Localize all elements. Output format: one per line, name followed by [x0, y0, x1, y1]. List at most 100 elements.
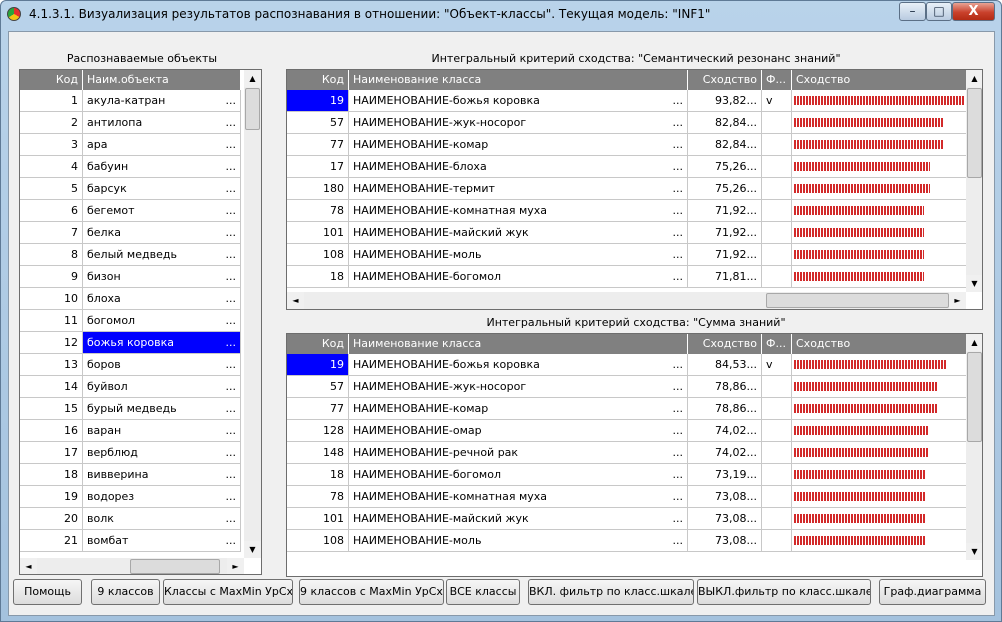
- filter-flag-cell[interactable]: [762, 442, 792, 464]
- title-bar[interactable]: 4.1.3.1. Визуализация результатов распоз…: [1, 1, 1001, 27]
- table-row[interactable]: 20 волк...: [20, 508, 241, 530]
- class-name-cell[interactable]: НАИМЕНОВАНИЕ-речной рак...: [349, 442, 688, 464]
- table-row[interactable]: 108 НАИМЕНОВАНИЕ-моль... 73,08...: [287, 530, 967, 552]
- ellipsis-button[interactable]: ...: [226, 354, 237, 375]
- filter-flag-cell[interactable]: v: [762, 354, 792, 376]
- ellipsis-button[interactable]: ...: [226, 266, 237, 287]
- ellipsis-button[interactable]: ...: [673, 156, 684, 177]
- table-row[interactable]: 18 НАИМЕНОВАНИЕ-богомол... 71,81...: [287, 266, 967, 288]
- class-name-cell[interactable]: НАИМЕНОВАНИЕ-божья коровка...: [349, 354, 688, 376]
- filter-flag-cell[interactable]: [762, 420, 792, 442]
- ellipsis-button[interactable]: ...: [226, 90, 237, 111]
- scroll-down-icon[interactable]: ▼: [966, 543, 982, 560]
- scrollbar-thumb[interactable]: [130, 559, 220, 574]
- object-name-cell[interactable]: ара...: [83, 134, 241, 156]
- table-row[interactable]: 3 ара...: [20, 134, 241, 156]
- close-button[interactable]: X: [952, 2, 995, 21]
- object-name-cell[interactable]: вомбат...: [83, 530, 241, 552]
- table-row[interactable]: 78 НАИМЕНОВАНИЕ-комнатная муха... 71,92...: [287, 200, 967, 222]
- all-classes-button[interactable]: ВСЕ классы: [446, 579, 520, 605]
- object-name-cell[interactable]: бизон...: [83, 266, 241, 288]
- ellipsis-button[interactable]: ...: [226, 200, 237, 221]
- object-name-cell[interactable]: варан...: [83, 420, 241, 442]
- maxmin-classes-button[interactable]: Классы с MaxMin УрСх: [163, 579, 293, 605]
- ellipsis-button[interactable]: ...: [226, 222, 237, 243]
- object-name-cell[interactable]: боров...: [83, 354, 241, 376]
- class-name-cell[interactable]: НАИМЕНОВАНИЕ-моль...: [349, 530, 688, 552]
- ellipsis-button[interactable]: ...: [226, 332, 237, 353]
- scrollbar-thumb[interactable]: [967, 352, 982, 442]
- nine-classes-button[interactable]: 9 классов: [91, 579, 160, 605]
- ellipsis-button[interactable]: ...: [226, 178, 237, 199]
- table-row[interactable]: 128 НАИМЕНОВАНИЕ-омар... 74,02...: [287, 420, 967, 442]
- help-button[interactable]: Помощь: [13, 579, 82, 605]
- nine-maxmin-classes-button[interactable]: 9 классов с MaxMin УрСх: [299, 579, 444, 605]
- table-row[interactable]: 18 вивверина...: [20, 464, 241, 486]
- object-name-cell[interactable]: блоха...: [83, 288, 241, 310]
- ellipsis-button[interactable]: ...: [226, 420, 237, 441]
- object-name-cell[interactable]: бабуин...: [83, 156, 241, 178]
- object-name-cell[interactable]: вивверина...: [83, 464, 241, 486]
- ellipsis-button[interactable]: ...: [673, 244, 684, 265]
- header-class-name[interactable]: Наименование класса: [349, 70, 688, 90]
- scroll-up-icon[interactable]: ▲: [244, 70, 261, 87]
- class-name-cell[interactable]: НАИМЕНОВАНИЕ-жук-носорог...: [349, 112, 688, 134]
- filter-flag-cell[interactable]: [762, 486, 792, 508]
- scrollbar-thumb[interactable]: [967, 88, 982, 178]
- header-similarity-bar[interactable]: Сходство: [792, 334, 967, 354]
- scroll-up-icon[interactable]: ▲: [966, 70, 982, 87]
- header-code[interactable]: Код: [287, 334, 349, 354]
- ellipsis-button[interactable]: ...: [226, 376, 237, 397]
- ellipsis-button[interactable]: ...: [226, 442, 237, 463]
- class-name-cell[interactable]: НАИМЕНОВАНИЕ-моль...: [349, 244, 688, 266]
- table-row[interactable]: 19 водорез...: [20, 486, 241, 508]
- ellipsis-button[interactable]: ...: [673, 464, 684, 485]
- table-row[interactable]: 19 НАИМЕНОВАНИЕ-божья коровка... 84,53... v: [287, 354, 967, 376]
- object-name-cell[interactable]: бегемот...: [83, 200, 241, 222]
- ellipsis-button[interactable]: ...: [673, 112, 684, 133]
- object-name-cell[interactable]: барсук...: [83, 178, 241, 200]
- object-name-cell[interactable]: акула-катран...: [83, 90, 241, 112]
- filter-on-button[interactable]: ВКЛ. фильтр по класс.шкале: [528, 579, 694, 605]
- header-similarity[interactable]: Сходство: [688, 70, 762, 90]
- object-name-cell[interactable]: волк...: [83, 508, 241, 530]
- object-name-cell[interactable]: белый медведь...: [83, 244, 241, 266]
- minimize-button[interactable]: –: [899, 2, 926, 21]
- ellipsis-button[interactable]: ...: [673, 508, 684, 529]
- class-name-cell[interactable]: НАИМЕНОВАНИЕ-жук-носорог...: [349, 376, 688, 398]
- class-name-cell[interactable]: НАИМЕНОВАНИЕ-комнатная муха...: [349, 200, 688, 222]
- semantic-vertical-scrollbar[interactable]: ▲ ▼: [966, 70, 982, 292]
- filter-flag-cell[interactable]: [762, 530, 792, 552]
- ellipsis-button[interactable]: ...: [673, 134, 684, 155]
- objects-table[interactable]: Код Наим.объекта 1 акула-катран... 2 антило…: [19, 69, 262, 575]
- filter-flag-cell[interactable]: [762, 112, 792, 134]
- ellipsis-button[interactable]: ...: [673, 200, 684, 221]
- class-name-cell[interactable]: НАИМЕНОВАНИЕ-майский жук...: [349, 222, 688, 244]
- ellipsis-button[interactable]: ...: [226, 112, 237, 133]
- table-row[interactable]: 13 боров...: [20, 354, 241, 376]
- filter-flag-cell[interactable]: [762, 244, 792, 266]
- ellipsis-button[interactable]: ...: [673, 178, 684, 199]
- class-name-cell[interactable]: НАИМЕНОВАНИЕ-блоха...: [349, 156, 688, 178]
- sum-vertical-scrollbar[interactable]: ▲ ▼: [966, 334, 982, 560]
- ellipsis-button[interactable]: ...: [673, 354, 684, 375]
- scroll-right-icon[interactable]: ►: [949, 292, 966, 309]
- filter-flag-cell[interactable]: [762, 200, 792, 222]
- filter-flag-cell[interactable]: [762, 156, 792, 178]
- filter-flag-cell[interactable]: [762, 134, 792, 156]
- class-name-cell[interactable]: НАИМЕНОВАНИЕ-богомол...: [349, 266, 688, 288]
- filter-flag-cell[interactable]: [762, 222, 792, 244]
- scroll-left-icon[interactable]: ◄: [20, 558, 37, 574]
- ellipsis-button[interactable]: ...: [226, 134, 237, 155]
- ellipsis-button[interactable]: ...: [226, 530, 237, 551]
- semantic-resonance-table[interactable]: Код Наименование класса Сходство Ф... Сх…: [286, 69, 983, 310]
- table-row[interactable]: 57 НАИМЕНОВАНИЕ-жук-носорог... 78,86...: [287, 376, 967, 398]
- table-row[interactable]: 77 НАИМЕНОВАНИЕ-комар... 78,86...: [287, 398, 967, 420]
- object-name-cell[interactable]: водорез...: [83, 486, 241, 508]
- class-name-cell[interactable]: НАИМЕНОВАНИЕ-термит...: [349, 178, 688, 200]
- ellipsis-button[interactable]: ...: [226, 508, 237, 529]
- ellipsis-button[interactable]: ...: [673, 398, 684, 419]
- table-row[interactable]: 101 НАИМЕНОВАНИЕ-майский жук... 71,92...: [287, 222, 967, 244]
- table-row[interactable]: 180 НАИМЕНОВАНИЕ-термит... 75,26...: [287, 178, 967, 200]
- filter-off-button[interactable]: ВЫКЛ.фильтр по класс.шкале: [697, 579, 871, 605]
